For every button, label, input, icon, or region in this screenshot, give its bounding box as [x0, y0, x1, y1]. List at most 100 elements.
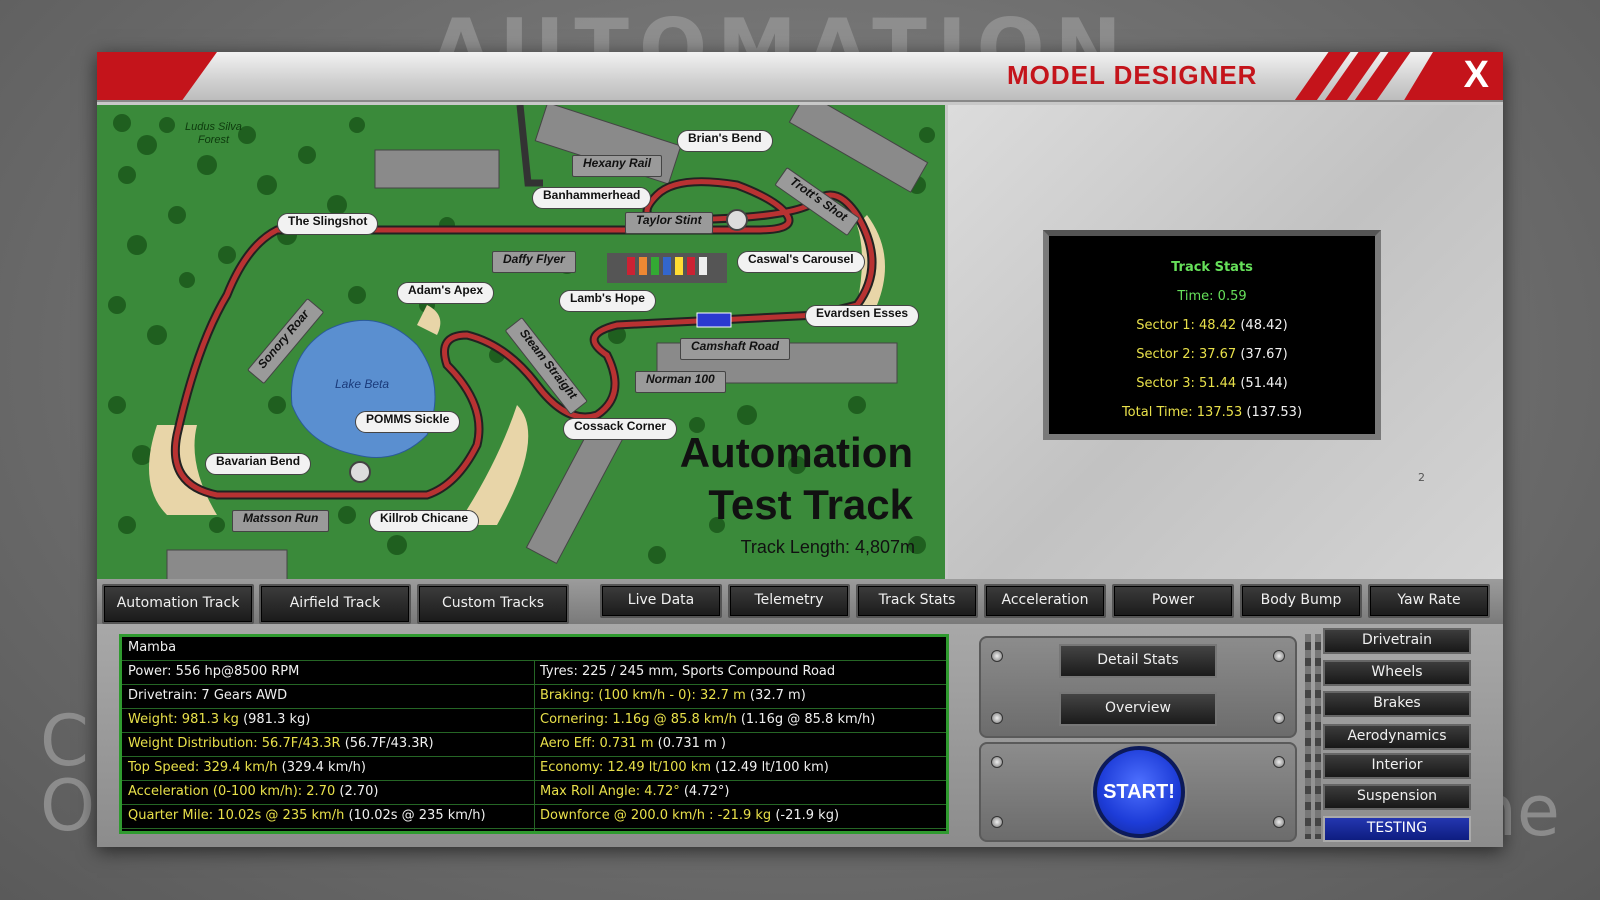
rivet — [991, 712, 1003, 724]
sector-row: Sector 2: 37.67 (37.67) — [1136, 347, 1288, 362]
rivet — [991, 756, 1003, 768]
rivet — [1273, 712, 1285, 724]
grandstand — [525, 423, 623, 565]
side-menu-interior[interactable]: Interior — [1323, 753, 1471, 779]
corner-label: The Slingshot — [277, 213, 379, 235]
corner-label: Hexany Rail — [572, 155, 663, 177]
start-plate: START! — [979, 742, 1297, 842]
pit-lights — [607, 253, 727, 283]
pit-road — [516, 105, 543, 187]
grandstand — [166, 549, 288, 579]
model-designer-window: MODEL DESIGNER X Ludus Silva Forest Lake… — [97, 52, 1503, 847]
side-menu-brakes[interactable]: Brakes — [1323, 691, 1471, 717]
page-number: 2 — [1418, 471, 1425, 484]
stat-left: Weight: 981.3 kg (981.3 kg) — [128, 712, 311, 727]
stats-row: Drivetrain: 7 Gears AWD Braking: (100 km/… — [122, 685, 946, 709]
sector-row: Sector 3: 51.44 (51.44) — [1136, 376, 1288, 391]
car-name: Mamba — [128, 640, 177, 655]
stats-row: Quarter Mile: 10.02s @ 235 km/h (10.02s … — [122, 805, 946, 829]
stat-right: Tyres: 225 / 245 mm, Sports Compound Roa… — [540, 664, 836, 679]
tab-power[interactable]: Power — [1112, 584, 1234, 618]
tab-body-bump[interactable]: Body Bump — [1240, 584, 1362, 618]
bottom-panel: Mamba Power: 556 hp@8500 RPM Tyres: 225 /… — [97, 624, 1503, 847]
side-menu-aerodynamics[interactable]: Aerodynamics — [1323, 724, 1471, 750]
button-plate: Detail Stats Overview — [979, 636, 1297, 738]
sector-row: Sector 1: 48.42 (48.42) — [1136, 318, 1288, 333]
stat-right: Aero Eff: 0.731 m (0.731 m ) — [540, 736, 726, 751]
stat-right: Cornering: 1.16g @ 85.8 km/h (1.16g @ 85… — [540, 712, 876, 727]
car-marker — [696, 312, 732, 328]
start-button[interactable]: START! — [1093, 746, 1185, 838]
tab-yaw-rate[interactable]: Yaw Rate — [1368, 584, 1490, 618]
timer-icon — [726, 209, 748, 231]
stats-row: Weight: 981.3 kg (981.3 kg) Cornering: 1.… — [122, 709, 946, 733]
stat-left: Top Speed: 329.4 km/h (329.4 km/h) — [128, 760, 366, 775]
side-menu-testing[interactable]: TESTING — [1323, 816, 1471, 842]
side-rail — [1315, 634, 1321, 839]
stat-left: Drivetrain: 7 Gears AWD — [128, 688, 288, 703]
stats-panel: Track Stats Time: 0.59 Sector 1: 48.42 (… — [948, 105, 1503, 579]
corner-label: Caswal's Carousel — [737, 251, 865, 273]
rivet — [1273, 816, 1285, 828]
corner-label: Killrob Chicane — [369, 510, 480, 532]
track-stats-header: Track Stats — [1171, 260, 1253, 275]
side-menu-drivetrain[interactable]: Drivetrain — [1323, 628, 1471, 654]
stat-left: Acceleration (0-100 km/h): 2.70 (2.70) — [128, 784, 379, 799]
corner-label: Cossack Corner — [563, 418, 678, 440]
corner-label: Matsson Run — [232, 510, 330, 532]
background-text-left-2: O — [40, 765, 96, 847]
track-title: Automation Test Track — [679, 429, 913, 528]
stat-left: Quarter Mile: 10.02s @ 235 km/h (10.02s … — [128, 808, 486, 823]
corner-label: Brian's Bend — [677, 130, 773, 152]
rivet — [1273, 650, 1285, 662]
window-title: MODEL DESIGNER — [1007, 60, 1258, 90]
track-stats-time: Time: 0.59 — [1177, 289, 1247, 304]
tab-acceleration[interactable]: Acceleration — [984, 584, 1106, 618]
corner-label: Taylor Stint — [625, 212, 713, 234]
rivet — [991, 816, 1003, 828]
grandstand — [788, 105, 929, 193]
corner-label: Evardsen Esses — [805, 305, 920, 327]
detail-stats-button[interactable]: Detail Stats — [1059, 644, 1217, 678]
stats-row: Weight Distribution: 56.7F/43.3R (56.7F/… — [122, 733, 946, 757]
track-map: Ludus Silva Forest Lake Beta Brian's Bend… — [97, 105, 945, 579]
grandstand — [374, 149, 500, 189]
corner-label: Adam's Apex — [397, 282, 495, 304]
stats-row: Acceleration (0-100 km/h): 2.70 (2.70) Ma… — [122, 781, 946, 805]
car-name-row: Mamba — [122, 637, 946, 661]
stat-left: Power: 556 hp@8500 RPM — [128, 664, 300, 679]
timer-icon — [349, 461, 371, 483]
rivet — [1273, 756, 1285, 768]
tab-telemetry[interactable]: Telemetry — [728, 584, 850, 618]
stat-left: Weight Distribution: 56.7F/43.3R (56.7F/… — [128, 736, 434, 751]
stat-right: Economy: 12.49 lt/100 km (12.49 lt/100 k… — [540, 760, 829, 775]
corner-label: Lamb's Hope — [559, 290, 656, 312]
rivet — [991, 650, 1003, 662]
overview-button[interactable]: Overview — [1059, 692, 1217, 726]
forest-label: Ludus Silva Forest — [185, 121, 242, 146]
tab-automation-track[interactable]: Automation Track — [102, 584, 254, 624]
close-button[interactable]: X — [1464, 54, 1489, 97]
track-stats-box: Track Stats Time: 0.59 Sector 1: 48.42 (… — [1043, 230, 1381, 440]
tab-airfield-track[interactable]: Airfield Track — [259, 584, 411, 624]
side-menu-wheels[interactable]: Wheels — [1323, 660, 1471, 686]
title-bar: MODEL DESIGNER X — [97, 52, 1503, 102]
stats-row: Power: 556 hp@8500 RPM Tyres: 225 / 245 m… — [122, 661, 946, 685]
side-rail — [1305, 634, 1311, 839]
tab-live-data[interactable]: Live Data — [600, 584, 722, 618]
stat-right: Max Roll Angle: 4.72° (4.72°) — [540, 784, 730, 799]
corner-label: POMMS Sickle — [355, 411, 461, 433]
car-stats-box: Mamba Power: 556 hp@8500 RPM Tyres: 225 /… — [119, 634, 949, 834]
tab-track-stats[interactable]: Track Stats — [856, 584, 978, 618]
tab-custom-tracks[interactable]: Custom Tracks — [417, 584, 569, 624]
corner-label: Daffy Flyer — [492, 251, 576, 273]
stats-row: Top Speed: 329.4 km/h (329.4 km/h) Econom… — [122, 757, 946, 781]
stat-right: Downforce @ 200.0 km/h : -21.9 kg (-21.9… — [540, 808, 840, 823]
title-stripe-left — [97, 52, 217, 100]
tab-bar: Automation Track Airfield Track Custom T… — [97, 579, 1503, 624]
track-length: Track Length: 4,807m — [740, 537, 915, 557]
side-menu-suspension[interactable]: Suspension — [1323, 784, 1471, 810]
total-time-row: Total Time: 137.53 (137.53) — [1121, 405, 1303, 420]
lake-label: Lake Beta — [335, 377, 390, 391]
corner-label: Banhammerhead — [532, 187, 652, 209]
